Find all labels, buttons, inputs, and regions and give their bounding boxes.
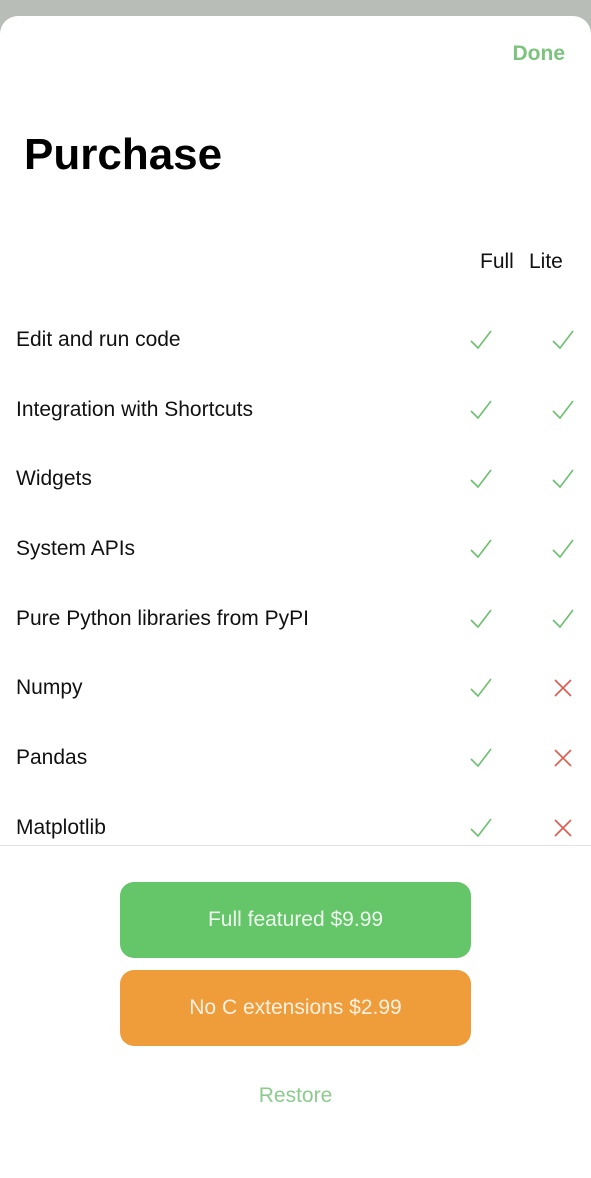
check-icon <box>551 467 575 491</box>
buy-lite-button[interactable]: No C extensions $2.99 <box>120 970 471 1046</box>
feature-row: Widgets <box>0 445 591 515</box>
check-icon <box>551 328 575 352</box>
feature-label: System APIs <box>16 537 136 561</box>
check-icon <box>469 398 493 422</box>
column-header-lite: Lite <box>529 250 563 273</box>
feature-row: Integration with Shortcuts <box>0 376 591 446</box>
check-icon <box>469 676 493 700</box>
column-header-full: Full <box>480 250 514 273</box>
feature-row: Numpy <box>0 654 591 724</box>
check-icon <box>469 537 493 561</box>
feature-label: Matplotlib <box>16 815 106 839</box>
done-button[interactable]: Done <box>513 42 566 66</box>
feature-label: Pandas <box>16 746 88 770</box>
check-icon <box>551 607 575 631</box>
check-icon <box>551 537 575 561</box>
buy-full-button[interactable]: Full featured $9.99 <box>120 882 471 958</box>
page-title: Purchase <box>24 130 223 179</box>
cross-icon <box>551 676 575 700</box>
cross-icon <box>551 746 575 770</box>
restore-button[interactable]: Restore <box>0 1084 591 1108</box>
feature-list[interactable]: Edit and run code Integration with Shortc… <box>0 306 591 845</box>
check-icon <box>551 398 575 422</box>
feature-label: Widgets <box>16 467 92 491</box>
feature-label: Numpy <box>16 676 83 700</box>
divider <box>0 845 591 846</box>
check-icon <box>469 467 493 491</box>
feature-row: Pure Python libraries from PyPI <box>0 585 591 655</box>
purchase-sheet: Done Purchase Full Lite Edit and run cod… <box>0 16 591 1178</box>
feature-row: Edit and run code <box>0 306 591 376</box>
feature-row: Pandas <box>0 724 591 794</box>
check-icon <box>469 816 493 840</box>
feature-label: Edit and run code <box>16 328 181 351</box>
feature-row: Matplotlib <box>0 794 591 845</box>
feature-label: Pure Python libraries from PyPI <box>16 606 309 630</box>
check-icon <box>469 607 493 631</box>
check-icon <box>469 746 493 770</box>
feature-label: Integration with Shortcuts <box>16 397 253 421</box>
cross-icon <box>551 816 575 840</box>
check-icon <box>469 328 493 352</box>
feature-row: System APIs <box>0 515 591 585</box>
